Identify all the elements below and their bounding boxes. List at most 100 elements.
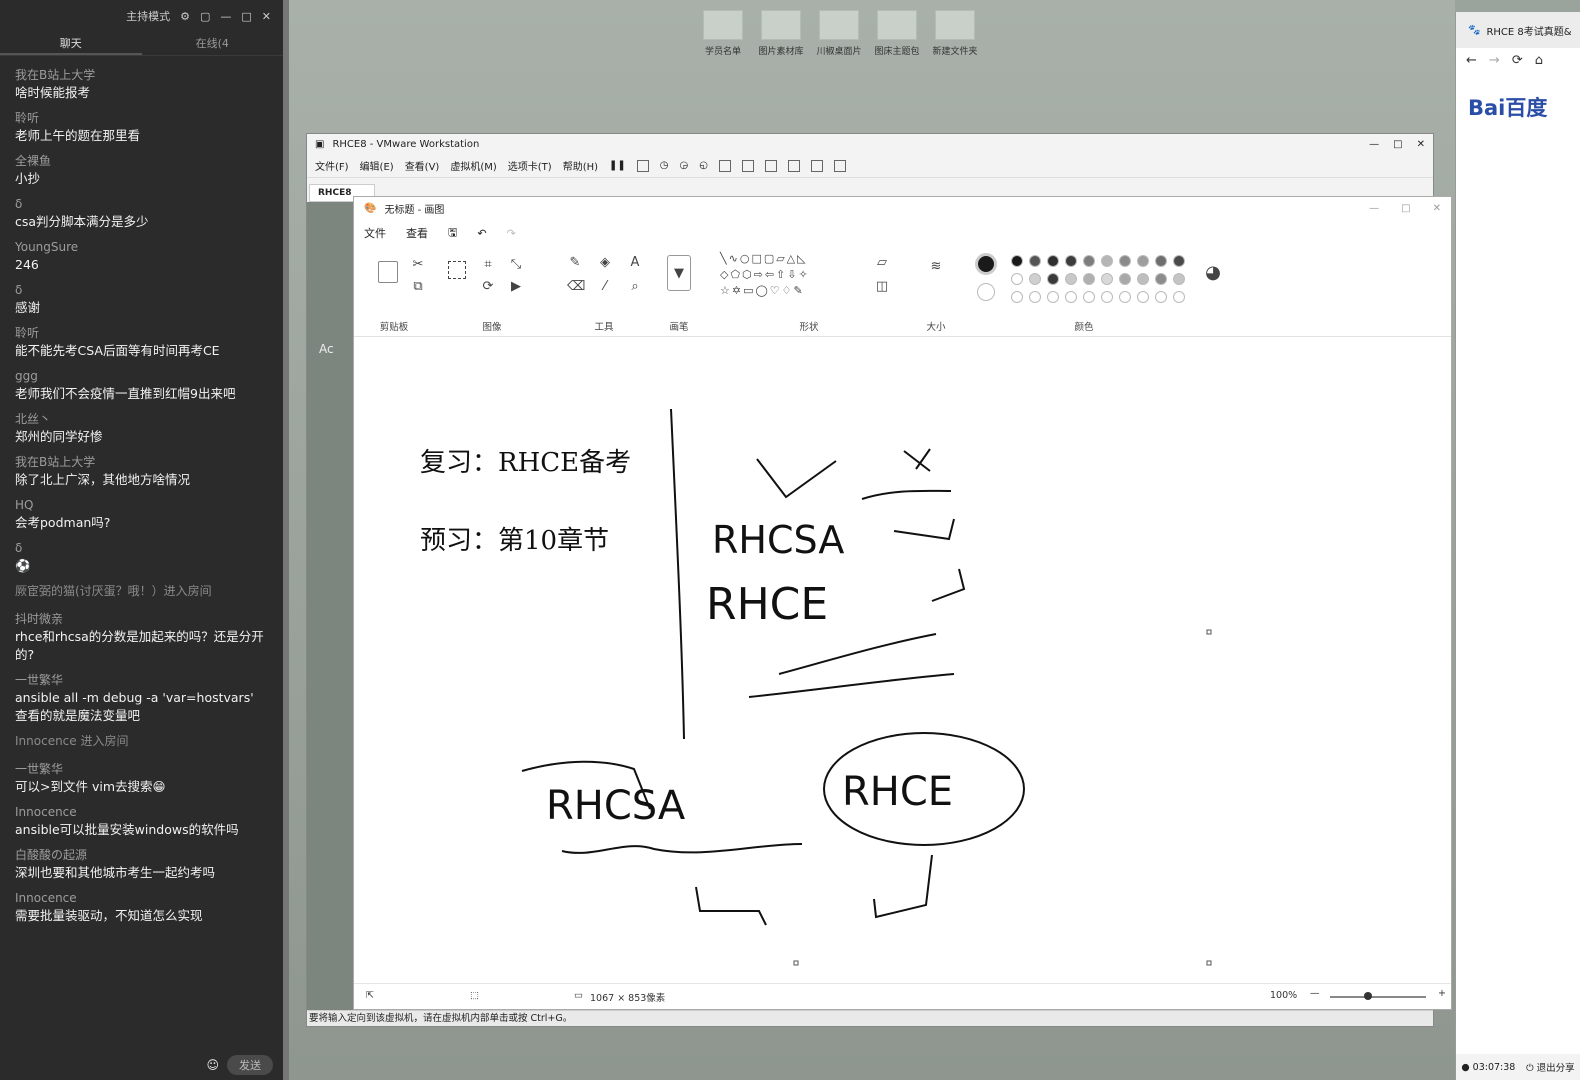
color-swatch[interactable] [1137, 273, 1149, 285]
color-swatch[interactable] [1119, 255, 1131, 267]
resize-handle[interactable] [793, 960, 799, 966]
window-icon[interactable]: ▢ [200, 10, 210, 23]
desktop-icon[interactable]: 图片素材库 [756, 10, 806, 57]
console-icon[interactable] [811, 159, 823, 172]
unity-icon[interactable] [788, 159, 800, 172]
custom-color-swatch[interactable] [1137, 291, 1149, 303]
desktop-icon[interactable]: 新建文件夹 [930, 10, 980, 57]
color-swatch[interactable] [1173, 255, 1185, 267]
desktop-icon[interactable]: 图床主题包 [872, 10, 922, 57]
home-icon[interactable]: ⌂ [1535, 53, 1543, 68]
edit-colors-icon[interactable]: ◕ [1205, 264, 1221, 282]
custom-color-swatch[interactable] [1101, 291, 1113, 303]
tab-online[interactable]: 在线(4 [142, 32, 284, 55]
minimize-icon[interactable]: — [220, 10, 231, 23]
menu-view[interactable]: 查看(V) [405, 158, 440, 173]
cut-icon[interactable]: ✂ [410, 257, 426, 273]
color-swatch[interactable] [1029, 273, 1041, 285]
close-icon[interactable]: ✕ [262, 10, 271, 23]
menu-view[interactable]: 查看 [406, 225, 428, 241]
menu-vm[interactable]: 虚拟机(M) [450, 158, 496, 173]
magnifier-icon[interactable]: ⌕ [627, 279, 643, 295]
color-swatch[interactable] [1011, 273, 1023, 285]
minimize-icon[interactable]: — [1369, 203, 1379, 214]
maximize-icon[interactable]: □ [1393, 139, 1402, 150]
custom-color-swatch[interactable] [1011, 291, 1023, 303]
custom-color-swatch[interactable] [1029, 291, 1041, 303]
color-swatch[interactable] [1047, 273, 1059, 285]
menu-file[interactable]: 文件 [364, 225, 386, 241]
color-swatch[interactable] [1011, 255, 1023, 267]
maximize-icon[interactable]: □ [1401, 203, 1410, 214]
close-icon[interactable]: ✕ [1433, 203, 1441, 214]
menu-edit[interactable]: 编辑(E) [360, 158, 394, 173]
custom-color-swatch[interactable] [1155, 291, 1167, 303]
color-swatch[interactable] [1083, 255, 1095, 267]
fill-style-icon[interactable]: ◫ [874, 279, 890, 295]
save-icon[interactable]: 🖫 [448, 224, 457, 243]
select-icon[interactable] [448, 261, 466, 279]
color-swatch[interactable] [1155, 273, 1167, 285]
maximize-icon[interactable]: □ [241, 10, 251, 23]
paint-canvas[interactable]: 复习：RHCE备考 预习：第10章节 RHCSA RHCE RHCSA RHCE [354, 339, 1451, 983]
emoji-icon[interactable]: ☺ [206, 1058, 219, 1072]
reload-icon[interactable]: ⟳ [1512, 53, 1523, 68]
custom-color-swatch[interactable] [1173, 291, 1185, 303]
zoom-out-icon[interactable]: — [1310, 988, 1320, 999]
resize-handle[interactable] [1206, 960, 1212, 966]
revert-icon[interactable]: ◶ [680, 160, 689, 171]
color-swatch[interactable] [1029, 255, 1041, 267]
desktop-icon[interactable]: 学员名单 [698, 10, 748, 57]
guest-activities-label[interactable]: Ac [319, 342, 334, 356]
pencil-icon[interactable]: ✎ [567, 255, 583, 271]
custom-color-swatch[interactable] [1083, 291, 1095, 303]
color-swatch[interactable] [1101, 273, 1113, 285]
crop-icon[interactable]: ⌗ [480, 257, 496, 273]
color-swatch[interactable] [1065, 273, 1077, 285]
baidu-logo[interactable]: Bai百度 [1456, 92, 1580, 122]
menu-file[interactable]: 文件(F) [315, 158, 349, 173]
size-icon[interactable]: ≋ [926, 259, 946, 275]
send-keys-icon[interactable] [636, 159, 649, 172]
color-swatch[interactable] [1119, 273, 1131, 285]
sidebar-icon[interactable] [719, 159, 731, 172]
color-swatch[interactable] [1101, 255, 1113, 267]
color-swatch[interactable] [1155, 255, 1167, 267]
send-button[interactable]: 发送 [227, 1055, 273, 1075]
custom-color-swatch[interactable] [1047, 291, 1059, 303]
forward-icon[interactable]: → [1489, 53, 1500, 68]
back-icon[interactable]: ← [1466, 53, 1477, 68]
desktop-icon[interactable]: 川椒桌面片 [814, 10, 864, 57]
rotate-icon[interactable]: ⟳ [480, 279, 496, 295]
thumbnail-icon[interactable] [742, 159, 754, 172]
paste-icon[interactable] [378, 261, 398, 283]
redo-icon[interactable]: ↷ [507, 227, 516, 240]
color-picker-icon[interactable]: ⁄ [597, 279, 613, 295]
snapshot-icon[interactable]: ◷ [660, 160, 669, 171]
color-swatch[interactable] [1047, 255, 1059, 267]
zoom-slider[interactable] [1330, 996, 1426, 998]
view-icon[interactable] [834, 159, 846, 172]
shapes-gallery-icon[interactable]: ╲∿○□▢▱△◺ ◇⬠⬡⇨⇦⇧⇩✧ ☆✡▭◯♡♢✎ [720, 251, 860, 299]
custom-color-swatch[interactable] [1065, 291, 1077, 303]
menu-help[interactable]: 帮助(H) [563, 158, 598, 173]
color2-swatch[interactable] [977, 283, 995, 301]
tab-chat[interactable]: 聊天 [0, 32, 142, 55]
minimize-icon[interactable]: — [1369, 139, 1379, 150]
remove-bg-icon[interactable]: ▶ [508, 279, 524, 295]
color-swatch[interactable] [1137, 255, 1149, 267]
brush-icon[interactable]: ▼ [667, 255, 691, 291]
zoom-slider-thumb[interactable] [1364, 992, 1372, 1000]
exit-share-button[interactable]: ⏻ 退出分享 [1526, 1060, 1575, 1074]
undo-icon[interactable]: ↶ [477, 227, 486, 240]
manage-snapshot-icon[interactable]: ◵ [699, 160, 708, 171]
fullscreen-icon[interactable] [765, 159, 777, 172]
menu-tabs[interactable]: 选项卡(T) [508, 158, 552, 173]
resize-icon[interactable]: ⤡ [508, 257, 524, 273]
fill-icon[interactable]: ◈ [597, 255, 613, 271]
custom-color-swatch[interactable] [1119, 291, 1131, 303]
resize-handle[interactable] [1206, 629, 1212, 635]
settings-icon[interactable]: ⚙ [180, 10, 190, 23]
color-swatch[interactable] [1173, 273, 1185, 285]
zoom-in-icon[interactable]: + [1438, 988, 1446, 999]
